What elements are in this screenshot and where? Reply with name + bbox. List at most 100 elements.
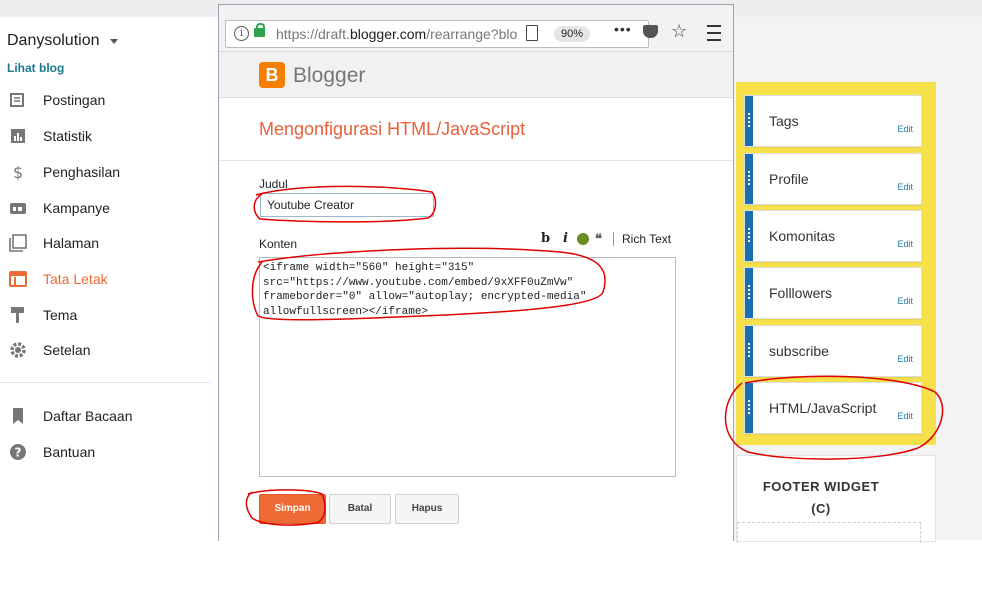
- sidebar-item-label: Penghasilan: [43, 164, 121, 180]
- sidebar-item-label: Tema: [43, 307, 78, 323]
- star-icon[interactable]: ☆: [671, 21, 687, 42]
- dollar-icon: $: [13, 163, 23, 181]
- paint-roller-icon: [11, 307, 24, 323]
- grip-icon: [748, 400, 750, 416]
- sidebar-item-label: Halaman: [43, 235, 100, 251]
- widget-komonitas[interactable]: Komonitas Edit: [744, 210, 922, 262]
- widget-name: Tags: [769, 113, 799, 129]
- widget-profile[interactable]: Profile Edit: [744, 153, 922, 205]
- sidebar-item-label: Daftar Bacaan: [43, 408, 133, 424]
- widget-subscribe[interactable]: subscribe Edit: [744, 325, 922, 377]
- zoom-level[interactable]: 90%: [554, 26, 590, 42]
- sidebar-item-posts[interactable]: Postingan: [0, 85, 210, 115]
- sidebar-item-campaigns[interactable]: Kampanye: [0, 193, 210, 223]
- sidebar-item-stats[interactable]: Statistik: [0, 121, 210, 151]
- sidebar-item-label: Statistik: [43, 128, 93, 144]
- dialog-title: Mengonfigurasi HTML/JavaScript: [259, 119, 526, 139]
- sidebar-item-label: Postingan: [43, 92, 106, 108]
- blogger-brand: Blogger: [293, 64, 366, 87]
- browser-toolbar: i https://draft.blogger.com/rearrange?bl…: [219, 5, 733, 52]
- widget-tags[interactable]: Tags Edit: [744, 95, 922, 147]
- widget-name: Folllowers: [769, 285, 833, 301]
- edit-link[interactable]: Edit: [897, 296, 913, 306]
- sidebar-item-pages[interactable]: Halaman: [0, 228, 210, 258]
- more-icon[interactable]: •••: [614, 21, 632, 37]
- lock-icon: [254, 23, 265, 37]
- drag-handle[interactable]: [745, 154, 753, 204]
- cancel-button[interactable]: Batal: [329, 494, 391, 524]
- grip-icon: [748, 343, 750, 359]
- grip-icon: [748, 228, 750, 244]
- section-title: FOOTER WIDGET (C): [737, 476, 905, 520]
- chevron-down-icon[interactable]: [110, 39, 118, 44]
- title-input[interactable]: [260, 193, 434, 217]
- edit-link[interactable]: Edit: [897, 182, 913, 192]
- rich-text-toggle[interactable]: Rich Text: [622, 232, 671, 246]
- sidebar: Danysolution Lihat blog Postingan Statis…: [0, 17, 218, 557]
- widget-name: HTML/JavaScript: [769, 400, 877, 416]
- sidebar-item-label: Kampanye: [43, 200, 110, 216]
- gear-icon: [10, 342, 26, 358]
- save-button[interactable]: Simpan: [259, 494, 326, 524]
- add-gadget-area[interactable]: [737, 522, 921, 543]
- sidebar-item-layout[interactable]: Tata Letak: [0, 264, 210, 294]
- reader-view-icon[interactable]: [526, 25, 538, 41]
- bookmark-icon: [13, 408, 23, 424]
- bold-icon[interactable]: b: [541, 231, 550, 246]
- quote-icon[interactable]: ❝: [595, 231, 602, 247]
- toolbar-divider: [613, 232, 614, 246]
- stats-icon: [11, 129, 25, 143]
- url-host: https://draft.: [276, 26, 350, 42]
- popup-window: i https://draft.blogger.com/rearrange?bl…: [218, 4, 734, 541]
- hamburger-menu-icon[interactable]: [707, 25, 721, 41]
- widget-html-javascript[interactable]: HTML/JavaScript Edit: [744, 382, 922, 434]
- drag-handle[interactable]: [745, 326, 753, 376]
- italic-icon[interactable]: i: [563, 231, 568, 246]
- grip-icon: [748, 171, 750, 187]
- footer-widget-section: FOOTER WIDGET (C): [736, 455, 936, 543]
- widget-followers[interactable]: Folllowers Edit: [744, 267, 922, 319]
- sidebar-item-help[interactable]: ? Bantuan: [0, 437, 210, 467]
- drag-handle[interactable]: [745, 211, 753, 261]
- widget-name: Profile: [769, 171, 809, 187]
- widget-name: subscribe: [769, 343, 829, 359]
- svg-text:$: $: [13, 163, 23, 181]
- content-textarea[interactable]: [259, 257, 676, 477]
- svg-text:?: ?: [15, 446, 22, 460]
- pages-icon: [9, 234, 27, 252]
- drag-handle[interactable]: [745, 96, 753, 146]
- layout-icon: [9, 271, 27, 287]
- url-path: /rearrange?blo: [426, 26, 518, 42]
- section-title-line: (C): [811, 501, 831, 516]
- blog-name[interactable]: Danysolution: [7, 32, 100, 50]
- edit-link[interactable]: Edit: [897, 354, 913, 364]
- section-title-line: FOOTER WIDGET: [762, 479, 880, 494]
- delete-button[interactable]: Hapus: [395, 494, 459, 524]
- address-bar[interactable]: i https://draft.blogger.com/rearrange?bl…: [225, 20, 649, 48]
- url-text: https://draft.blogger.com/rearrange?blo: [276, 26, 521, 42]
- sidebar-item-label: Setelan: [43, 342, 91, 358]
- edit-link[interactable]: Edit: [897, 124, 913, 134]
- dialog-divider: [219, 160, 733, 161]
- widget-name: Komonitas: [769, 228, 836, 244]
- sidebar-item-label: Tata Letak: [43, 271, 108, 287]
- link-icon[interactable]: [577, 233, 589, 245]
- info-icon[interactable]: i: [234, 26, 249, 41]
- url-domain: blogger.com: [349, 26, 427, 42]
- edit-link[interactable]: Edit: [897, 239, 913, 249]
- sidebar-item-theme[interactable]: Tema: [0, 300, 210, 330]
- sidebar-item-settings[interactable]: Setelan: [0, 335, 210, 365]
- sidebar-item-reading-list[interactable]: Daftar Bacaan: [0, 401, 210, 431]
- view-blog-link[interactable]: Lihat blog: [7, 61, 64, 75]
- posts-icon: [10, 93, 24, 107]
- sidebar-divider: [0, 382, 210, 383]
- edit-link[interactable]: Edit: [897, 411, 913, 421]
- help-icon: ?: [10, 444, 26, 460]
- sidebar-item-earnings[interactable]: $ Penghasilan: [0, 157, 210, 187]
- pocket-icon[interactable]: [643, 25, 658, 38]
- title-label: Judul: [259, 177, 288, 191]
- drag-handle[interactable]: [745, 268, 753, 318]
- content-label: Konten: [259, 237, 298, 251]
- drag-handle[interactable]: [745, 383, 753, 433]
- sidebar-item-label: Bantuan: [43, 444, 96, 460]
